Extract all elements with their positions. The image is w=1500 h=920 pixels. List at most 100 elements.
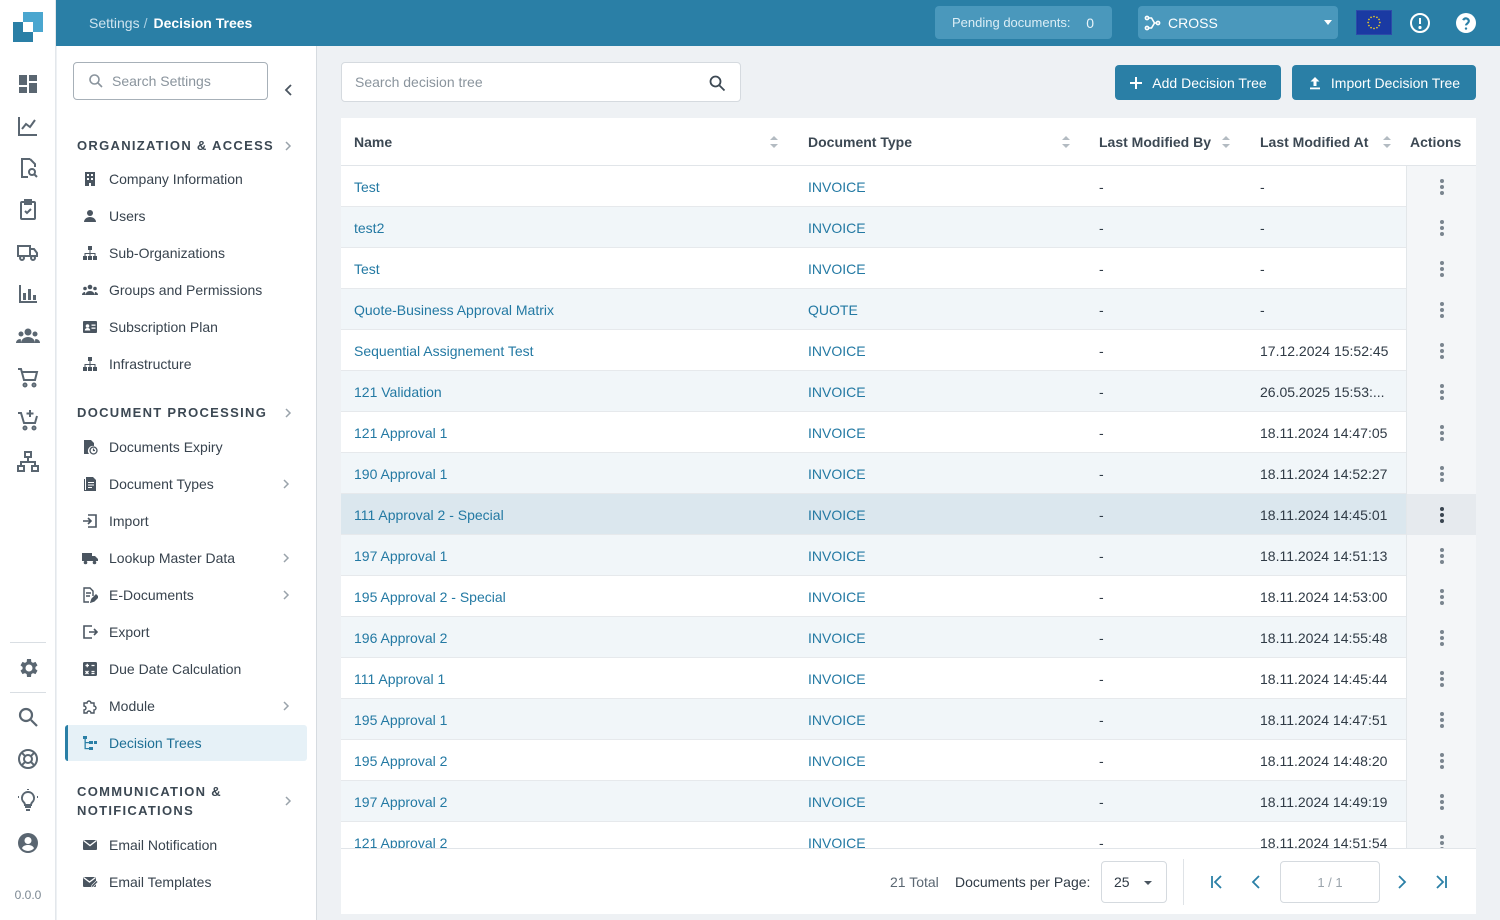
decision-tree-name-link[interactable]: 197 Approval 1 <box>354 535 784 576</box>
sidebar-item-due-date-calculation[interactable]: Due Date Calculation <box>65 651 307 687</box>
document-type-link[interactable]: INVOICE <box>808 781 1073 822</box>
next-page-icon[interactable] <box>1391 872 1411 892</box>
table-row[interactable]: Quote-Business Approval Matrix QUOTE - - <box>341 289 1476 330</box>
sidebar-item-import[interactable]: Import <box>65 503 307 539</box>
search-icon[interactable] <box>16 705 40 729</box>
table-row[interactable]: 121 Validation INVOICE - 26.05.2025 15:53:.… <box>341 371 1476 412</box>
table-row[interactable]: 195 Approval 2 INVOICE - 18.11.2024 14:48:2… <box>341 740 1476 781</box>
table-row[interactable]: Test INVOICE - - <box>341 248 1476 289</box>
column-header-document-type[interactable]: Document Type <box>808 118 1073 166</box>
alert-circle-icon[interactable] <box>1408 11 1432 35</box>
table-row[interactable]: 121 Approval 2 INVOICE - 18.11.2024 14:51:5… <box>341 822 1476 848</box>
account-icon[interactable] <box>16 831 40 855</box>
support-lifebuoy-icon[interactable] <box>16 747 40 771</box>
table-row[interactable]: 195 Approval 2 - Special INVOICE - 18.11.20… <box>341 576 1476 617</box>
more-vertical-icon[interactable] <box>1439 793 1444 810</box>
section-title-communication[interactable]: COMMUNICATION & NOTIFICATIONS <box>77 782 222 820</box>
import-decision-tree-button[interactable]: Import Decision Tree <box>1292 65 1476 100</box>
sidebar-item-module[interactable]: Module <box>65 688 307 724</box>
sidebar-item-e-documents[interactable]: E-Documents <box>65 577 307 613</box>
pending-documents-badge[interactable]: Pending documents: 0 <box>935 6 1112 39</box>
more-vertical-icon[interactable] <box>1439 465 1444 482</box>
chevron-right-icon[interactable] <box>283 141 293 151</box>
decision-tree-name-link[interactable]: Sequential Assignement Test <box>354 330 784 371</box>
table-row[interactable]: 111 Approval 1 INVOICE - 18.11.2024 14:45:4… <box>341 658 1476 699</box>
sidebar-item-email-notification[interactable]: Email Notification <box>65 827 307 863</box>
more-vertical-icon[interactable] <box>1439 383 1444 400</box>
more-vertical-icon[interactable] <box>1439 670 1444 687</box>
decision-tree-name-link[interactable]: 121 Approval 2 <box>354 822 784 849</box>
sidebar-item-subscription-plan[interactable]: Subscription Plan <box>65 309 307 345</box>
table-row[interactable]: 197 Approval 1 INVOICE - 18.11.2024 14:51:1… <box>341 535 1476 576</box>
more-vertical-icon[interactable] <box>1439 301 1444 318</box>
sidebar-item-groups-permissions[interactable]: Groups and Permissions <box>65 272 307 308</box>
collapse-sidebar-icon[interactable] <box>282 83 296 97</box>
document-type-link[interactable]: INVOICE <box>808 453 1073 494</box>
sidebar-item-company-information[interactable]: Company Information <box>65 161 307 197</box>
help-icon[interactable] <box>1454 11 1478 35</box>
table-row[interactable]: 195 Approval 1 INVOICE - 18.11.2024 14:47:5… <box>341 699 1476 740</box>
settings-search-input[interactable]: Search Settings <box>73 62 268 100</box>
decision-tree-name-link[interactable]: Quote-Business Approval Matrix <box>354 289 784 330</box>
decision-tree-name-link[interactable]: 111 Approval 2 - Special <box>354 494 784 535</box>
chevron-right-icon[interactable] <box>283 796 293 806</box>
per-page-select[interactable]: 25 <box>1101 861 1167 903</box>
document-type-link[interactable]: INVOICE <box>808 412 1073 453</box>
decision-tree-name-link[interactable]: 196 Approval 2 <box>354 617 784 658</box>
dashboard-icon[interactable] <box>16 72 40 96</box>
settings-gear-icon[interactable] <box>16 656 40 680</box>
previous-page-icon[interactable] <box>1247 872 1267 892</box>
column-header-name[interactable]: Name <box>354 118 784 166</box>
sidebar-item-users[interactable]: Users <box>65 198 307 234</box>
breadcrumb-settings[interactable]: Settings <box>89 15 140 31</box>
more-vertical-icon[interactable] <box>1439 260 1444 277</box>
task-clipboard-icon[interactable] <box>16 198 40 222</box>
decision-tree-name-link[interactable]: 190 Approval 1 <box>354 453 784 494</box>
sidebar-item-sub-organizations[interactable]: Sub-Organizations <box>65 235 307 271</box>
decision-tree-name-link[interactable]: 121 Validation <box>354 371 784 412</box>
more-vertical-icon[interactable] <box>1439 834 1444 848</box>
chevron-right-icon[interactable] <box>283 408 293 418</box>
document-type-link[interactable]: INVOICE <box>808 494 1073 535</box>
document-type-link[interactable]: INVOICE <box>808 822 1073 849</box>
cart-icon[interactable] <box>16 366 40 390</box>
document-type-link[interactable]: INVOICE <box>808 658 1073 699</box>
more-vertical-icon[interactable] <box>1439 424 1444 441</box>
table-row[interactable]: Test INVOICE - - <box>341 166 1476 207</box>
decision-tree-name-link[interactable]: test2 <box>354 207 784 248</box>
more-vertical-icon[interactable] <box>1439 588 1444 605</box>
search-icon[interactable] <box>708 74 726 92</box>
table-row[interactable]: Sequential Assignement Test INVOICE - 17.12… <box>341 330 1476 371</box>
sidebar-item-export[interactable]: Export <box>65 614 307 650</box>
more-vertical-icon[interactable] <box>1439 342 1444 359</box>
column-header-last-modified-by[interactable]: Last Modified By <box>1099 118 1239 166</box>
more-vertical-icon[interactable] <box>1439 547 1444 564</box>
section-title-organization[interactable]: ORGANIZATION & ACCESS <box>77 136 274 155</box>
lightbulb-icon[interactable] <box>16 789 40 813</box>
decision-tree-name-link[interactable]: 195 Approval 2 <box>354 740 784 781</box>
organization-select[interactable]: CROSS <box>1138 6 1338 39</box>
decision-tree-name-link[interactable]: 121 Approval 1 <box>354 412 784 453</box>
decision-tree-name-link[interactable]: Test <box>354 248 784 289</box>
document-type-link[interactable]: INVOICE <box>808 740 1073 781</box>
more-vertical-icon[interactable] <box>1439 219 1444 236</box>
cart-add-icon[interactable] <box>16 408 40 432</box>
sidebar-item-infrastructure[interactable]: Infrastructure <box>65 346 307 382</box>
app-logo-icon[interactable] <box>13 12 43 42</box>
sidebar-item-decision-trees[interactable]: Decision Trees <box>65 725 307 761</box>
last-page-icon[interactable] <box>1431 872 1451 892</box>
table-row[interactable]: 111 Approval 2 - Special INVOICE - 18.11.20… <box>341 494 1476 535</box>
table-row[interactable]: 121 Approval 1 INVOICE - 18.11.2024 14:47:0… <box>341 412 1476 453</box>
sidebar-item-lookup-master-data[interactable]: Lookup Master Data <box>65 540 307 576</box>
document-type-link[interactable]: INVOICE <box>808 535 1073 576</box>
team-icon[interactable] <box>16 324 40 348</box>
table-row[interactable]: test2 INVOICE - - <box>341 207 1476 248</box>
document-type-link[interactable]: INVOICE <box>808 699 1073 740</box>
more-vertical-icon[interactable] <box>1439 711 1444 728</box>
more-vertical-icon[interactable] <box>1439 506 1444 523</box>
decision-tree-name-link[interactable]: 111 Approval 1 <box>354 658 784 699</box>
decision-tree-name-link[interactable]: 195 Approval 1 <box>354 699 784 740</box>
decision-tree-search-input[interactable]: Search decision tree <box>341 62 741 102</box>
section-title-document-processing[interactable]: DOCUMENT PROCESSING <box>77 403 267 422</box>
first-page-icon[interactable] <box>1207 872 1227 892</box>
